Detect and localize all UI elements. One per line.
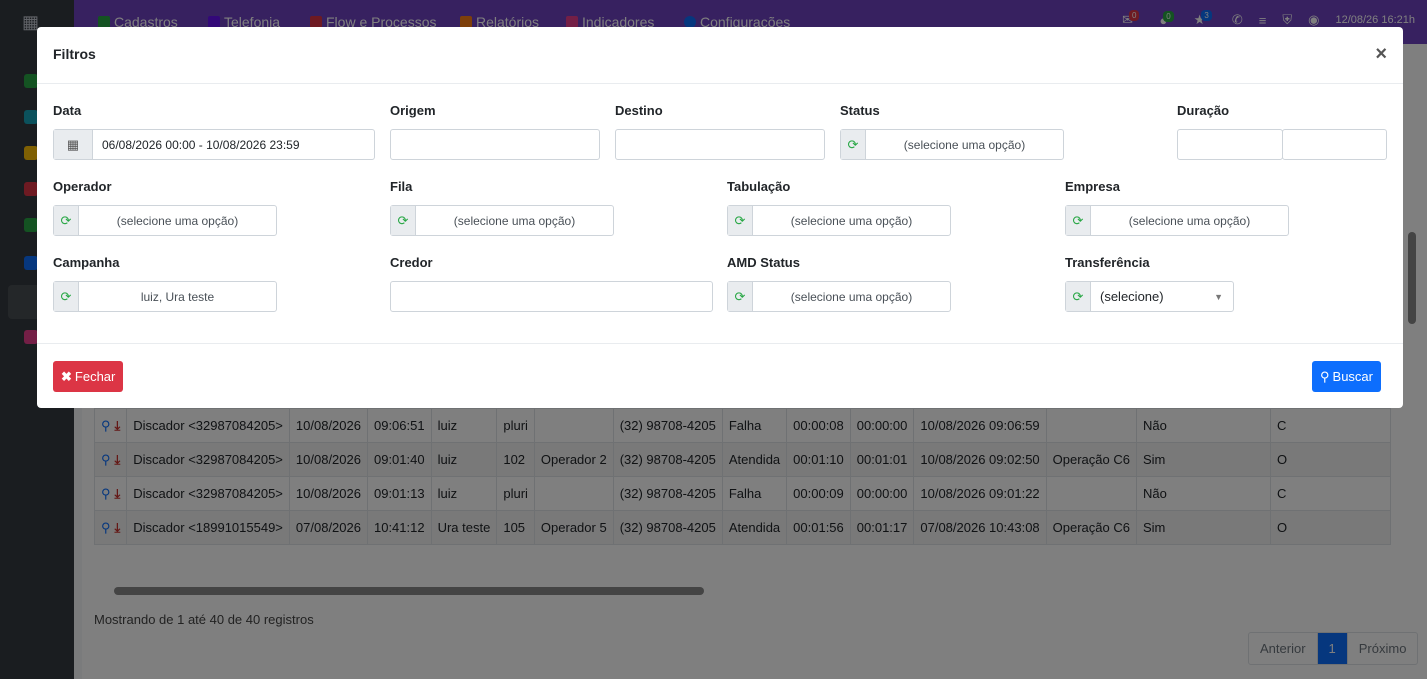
refresh-icon[interactable]: ⟳ [1066,206,1091,235]
label-data: Data [53,103,82,118]
date-range-value: 06/08/2026 00:00 - 10/08/2026 23:59 [102,137,300,152]
campanha-select[interactable]: ⟳ luiz, Ura teste [53,281,277,312]
status-select[interactable]: ⟳ (selecione uma opção) [840,129,1064,160]
modal-divider [37,343,1403,344]
campanha-value: luiz, Ura teste [140,289,215,304]
empresa-value: (selecione uma opção) [1128,213,1251,228]
refresh-icon[interactable]: ⟳ [54,282,79,311]
buscar-button[interactable]: ⚲ Buscar [1312,361,1381,392]
credor-input[interactable] [390,281,713,312]
search-icon: ⚲ [1320,368,1330,384]
label-credor: Credor [390,255,433,270]
modal-title: Filtros [53,46,96,62]
fila-value: (selecione uma opção) [453,213,576,228]
destino-input[interactable] [615,129,825,160]
label-duracao: Duração [1177,103,1230,118]
label-destino: Destino [615,103,663,118]
refresh-icon[interactable]: ⟳ [1066,282,1091,311]
operador-value: (selecione uma opção) [116,213,239,228]
transferencia-select[interactable]: ⟳ (selecione) ▼ [1065,281,1234,312]
tabulacao-select[interactable]: ⟳ (selecione uma opção) [727,205,951,236]
refresh-icon[interactable]: ⟳ [728,206,753,235]
calendar-icon[interactable]: ▦ [54,130,93,159]
label-transferencia: Transferência [1065,255,1150,270]
amd-status-value: (selecione uma opção) [790,289,913,304]
close-icon[interactable]: × [1375,44,1387,64]
empresa-select[interactable]: ⟳ (selecione uma opção) [1065,205,1289,236]
duracao-max-input[interactable] [1282,129,1387,160]
close-icon: ✖ [61,368,72,384]
date-range-field[interactable]: ▦ 06/08/2026 00:00 - 10/08/2026 23:59 [53,129,375,160]
label-status: Status [840,103,880,118]
origem-input[interactable] [390,129,600,160]
operador-select[interactable]: ⟳ (selecione uma opção) [53,205,277,236]
label-amd-status: AMD Status [727,255,800,270]
label-origem: Origem [390,103,436,118]
tabulacao-value: (selecione uma opção) [790,213,913,228]
label-tabulacao: Tabulação [727,179,791,194]
status-value: (selecione uma opção) [903,137,1026,152]
label-fila: Fila [390,179,413,194]
refresh-icon[interactable]: ⟳ [54,206,79,235]
amd-status-select[interactable]: ⟳ (selecione uma opção) [727,281,951,312]
label-operador: Operador [53,179,112,194]
refresh-icon[interactable]: ⟳ [841,130,866,159]
refresh-icon[interactable]: ⟳ [391,206,416,235]
label-empresa: Empresa [1065,179,1120,194]
fila-select[interactable]: ⟳ (selecione uma opção) [390,205,614,236]
refresh-icon[interactable]: ⟳ [728,282,753,311]
fechar-button[interactable]: ✖ Fechar [53,361,124,392]
duracao-min-input[interactable] [1177,129,1283,160]
transferencia-value: (selecione) [1100,289,1164,304]
filters-modal: Filtros × Data ▦ 06/08/2026 00:00 - 10/0… [37,27,1403,408]
caret-down-icon: ▼ [1214,291,1223,302]
modal-header: Filtros × [37,27,1403,84]
label-campanha: Campanha [53,255,120,270]
